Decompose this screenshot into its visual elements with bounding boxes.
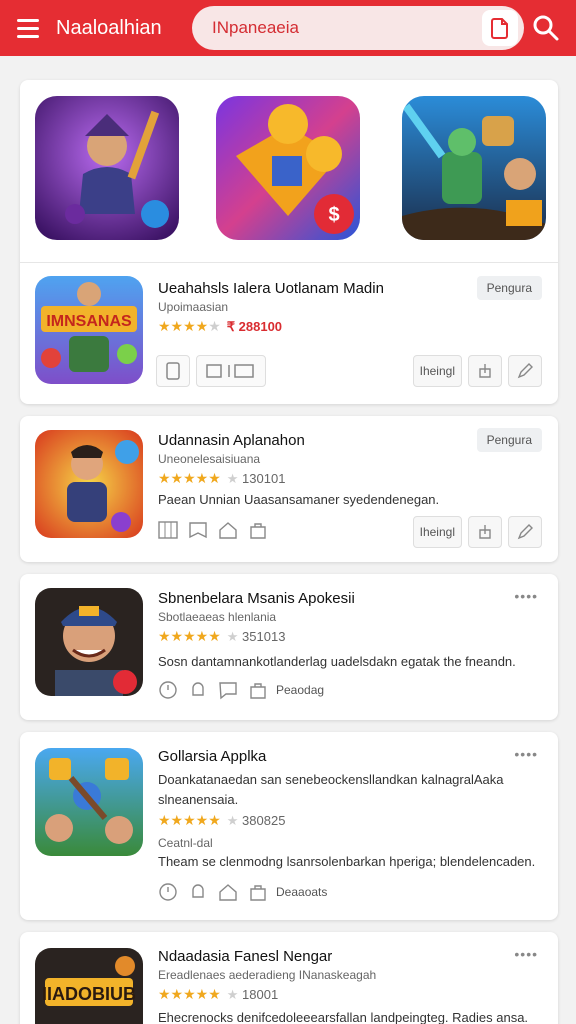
- app-icon-5[interactable]: IIADOBIUB: [35, 948, 143, 1024]
- app-rating: ★★★★★ ★ 130101: [158, 470, 285, 487]
- app-description: Ehecrenocks denifcedoleeearsfallan landp…: [158, 1010, 529, 1024]
- app-description-secondary: Theam se clenmodng lsanrsolenbarkan hper…: [158, 854, 536, 869]
- app-rating: ★★★★★ ★ 351013: [158, 628, 285, 645]
- action-button[interactable]: Iheingl: [412, 355, 462, 387]
- review-count: ★ 380825: [226, 812, 286, 828]
- search-field[interactable]: INpaneaeia: [192, 6, 524, 50]
- phone-icon[interactable]: [156, 355, 190, 387]
- app-developer: Sbotlaeaeas hlenlania: [158, 610, 277, 624]
- grid-icon[interactable]: [156, 518, 180, 542]
- action-label[interactable]: Peaodag: [276, 683, 324, 697]
- search-input-text[interactable]: INpaneaeia: [212, 18, 482, 38]
- house-icon[interactable]: [216, 880, 240, 904]
- star-rating-icon: ★★★★★: [158, 628, 221, 644]
- svg-text:IIADOBIUB: IIADOBIUB: [42, 984, 136, 1004]
- bag-icon[interactable]: [246, 678, 270, 702]
- star-rating-icon: ★★★★★: [158, 470, 221, 486]
- app-side-actions: Iheingl: [412, 355, 542, 387]
- bag-icon[interactable]: [246, 518, 270, 542]
- app-name[interactable]: Gollarsia Applka: [158, 748, 266, 765]
- app-side-actions: Iheingl: [412, 516, 542, 548]
- app-title: Naaloalhian: [56, 16, 162, 39]
- clipboard-icon[interactable]: [482, 10, 518, 46]
- star-rating-icon: ★★★★★: [158, 318, 221, 334]
- share-icon[interactable]: [468, 516, 502, 548]
- app-icon-3[interactable]: [35, 588, 143, 696]
- app-name[interactable]: Udannasin Aplanahon: [158, 432, 305, 449]
- featured-card: $ IMNSANAS Ueahahsls Ialera Uotlanam Mad…: [20, 80, 558, 404]
- app-icon-4[interactable]: [35, 748, 143, 856]
- hamburger-menu-icon[interactable]: [0, 0, 56, 56]
- app-developer: Uneonelesaisiuana: [158, 452, 261, 466]
- category-badge: Pengura: [476, 428, 542, 452]
- action-label[interactable]: Deaaoats: [276, 885, 327, 899]
- bell-icon[interactable]: [186, 880, 210, 904]
- app-icon-2[interactable]: [35, 430, 143, 538]
- app-card-3[interactable]: Sbnenbelara Msanis Apokesii Sbotlaeaeas …: [20, 574, 558, 720]
- category-badge: Pengura: [476, 276, 542, 300]
- star-rating-icon: ★★★★★: [158, 812, 221, 828]
- robot-battle-game-icon[interactable]: [402, 96, 546, 240]
- more-options-icon[interactable]: ••••: [514, 946, 538, 962]
- app-icon-1[interactable]: IMNSANAS: [35, 276, 143, 384]
- screenshot-gallery-icon[interactable]: [196, 355, 266, 387]
- more-options-icon[interactable]: ••••: [514, 588, 538, 604]
- edit-icon[interactable]: [508, 516, 542, 548]
- app-rating: ★★★★★ ★ 380825: [158, 812, 285, 829]
- more-options-icon[interactable]: ••••: [514, 746, 538, 762]
- review-count: ★ 18001: [226, 986, 279, 1002]
- search-icon[interactable]: [530, 12, 562, 44]
- app-description: Sosn dantamnankotlanderlag uadelsdakn eg…: [158, 654, 516, 669]
- app-card-2[interactable]: Udannasin Aplanahon Uneonelesaisiuana ★★…: [20, 416, 558, 562]
- star-rating-icon: ★★★★★: [158, 986, 221, 1002]
- edit-icon[interactable]: [508, 355, 542, 387]
- review-count: ★ 351013: [226, 628, 286, 644]
- app-description: Doankatanaedan san senebeockensllandkan …: [158, 772, 504, 807]
- app-rating: ★★★★★ ₹ 288100: [158, 318, 282, 335]
- app-actions: [156, 518, 270, 542]
- app-name[interactable]: Sbnenbelara Msanis Apokesii: [158, 590, 355, 607]
- bag-icon[interactable]: [246, 880, 270, 904]
- app-rating: ★★★★★ ★ 18001: [158, 986, 278, 1003]
- app-actions: Peaodag: [156, 678, 324, 702]
- app-name[interactable]: Ueahahsls Ialera Uotlanam Madin: [158, 280, 384, 297]
- app-card-4[interactable]: Gollarsia Applka Doankatanaedan san sene…: [20, 732, 558, 920]
- app-name[interactable]: Ndaadasia Fanesl Nengar: [158, 948, 332, 965]
- app-card-5[interactable]: IIADOBIUB Ndaadasia Fanesl Nengar Ereadl…: [20, 932, 558, 1024]
- chat-icon[interactable]: [216, 678, 240, 702]
- bookmark-icon[interactable]: [186, 518, 210, 542]
- app-developer: Upoimaasian: [158, 300, 229, 314]
- app-description: Paean Unnian Uaasansamaner syedendenegan…: [158, 492, 440, 507]
- app-developer: Ceatnl-dal: [158, 836, 213, 850]
- app-price: ₹ 288100: [226, 318, 283, 334]
- wizard-hero-game-icon[interactable]: [35, 96, 179, 240]
- clock-icon[interactable]: [156, 678, 180, 702]
- app-actions: Deaaoats: [156, 880, 327, 904]
- bell-icon[interactable]: [186, 678, 210, 702]
- svg-text:$: $: [328, 204, 339, 226]
- clock-icon[interactable]: [156, 880, 180, 904]
- share-icon[interactable]: [468, 355, 502, 387]
- action-button[interactable]: Iheingl: [412, 516, 462, 548]
- svg-text:IMNSANAS: IMNSANAS: [46, 313, 132, 330]
- review-count: ★ 130101: [226, 470, 286, 486]
- app-actions: [156, 355, 266, 387]
- coins-puzzle-game-icon[interactable]: $: [216, 96, 360, 240]
- divider: [20, 262, 558, 263]
- house-icon[interactable]: [216, 518, 240, 542]
- app-developer: Ereadlenaes aederadieng INanaskeagah: [158, 968, 377, 982]
